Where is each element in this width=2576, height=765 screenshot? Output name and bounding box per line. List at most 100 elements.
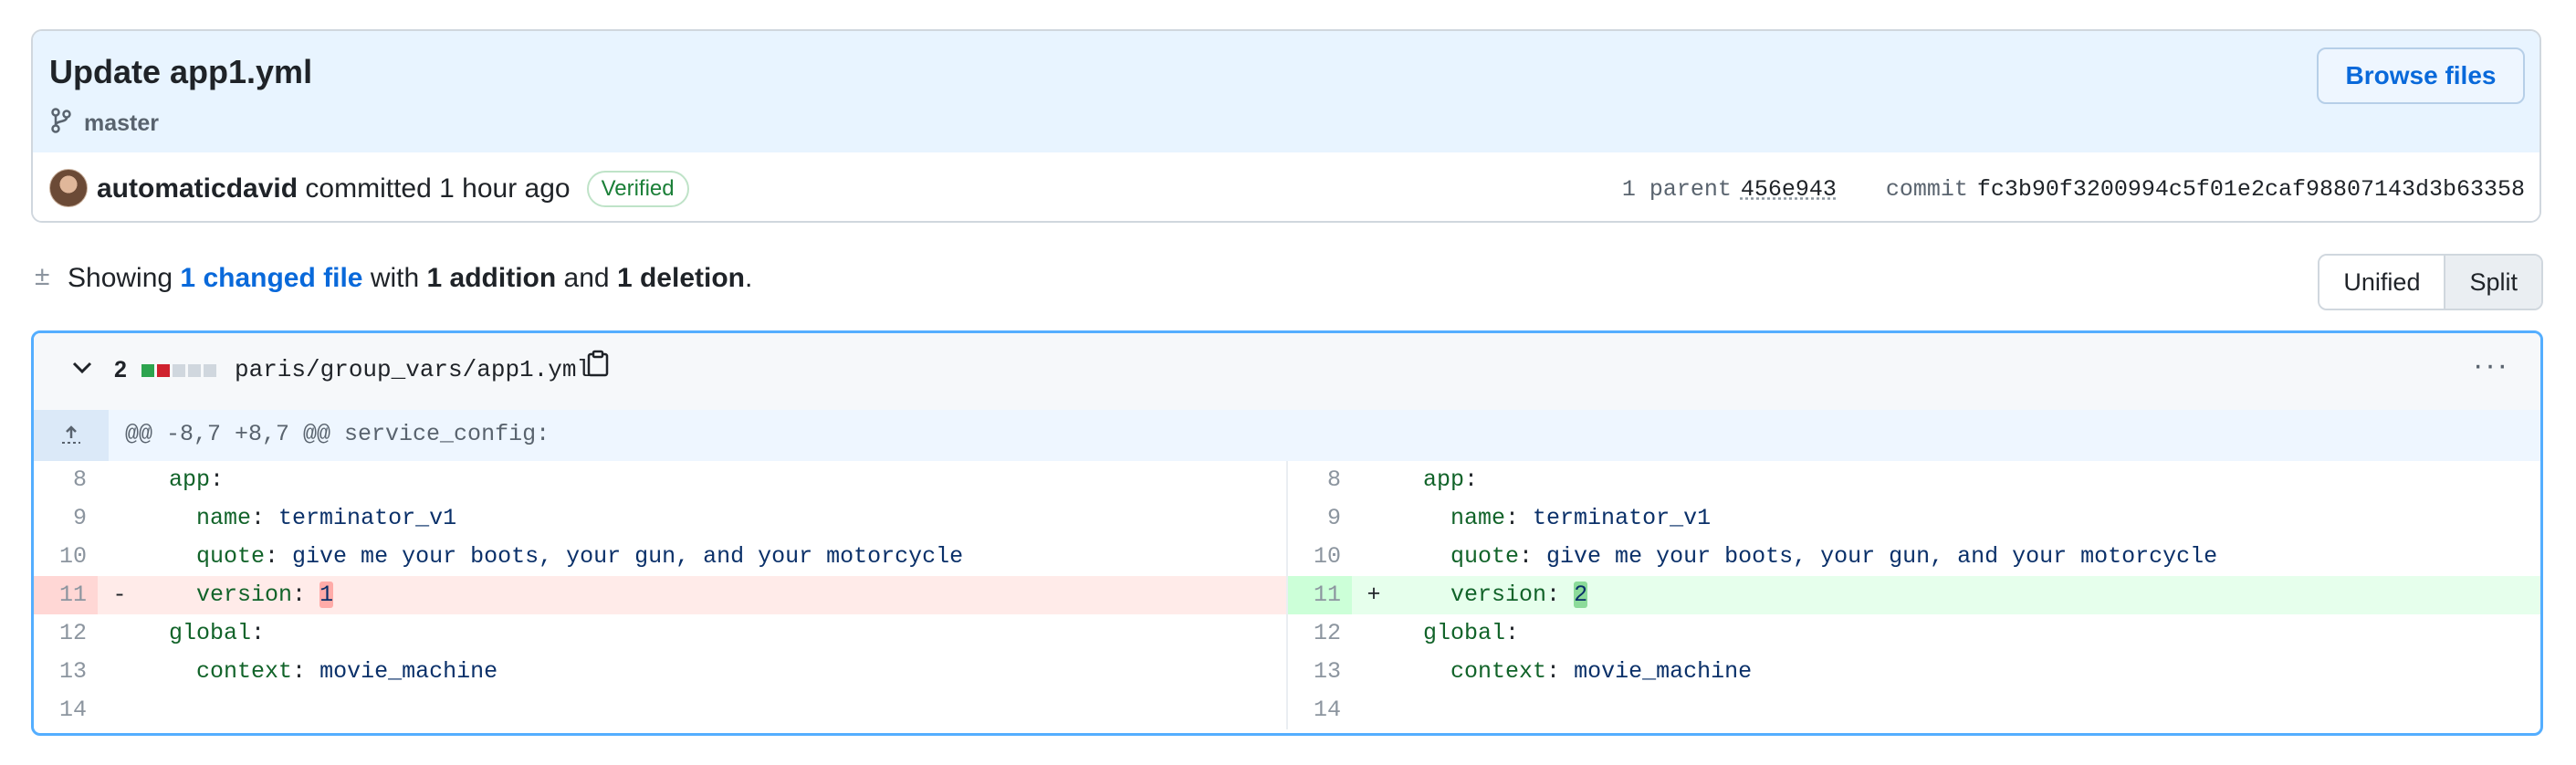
diff-sign: - [112,582,127,608]
commit-action: committed [305,173,432,204]
diff-sign [98,614,141,653]
yaml-key: quote [196,543,266,570]
diffstat-block [141,364,154,377]
commit-title: Update app1.yml [49,53,313,90]
commit-label: commit [1885,176,1968,203]
branch-label[interactable]: master [51,108,159,140]
commit-meta-bar: automaticdavid committed 1 hour ago Veri… [33,152,2539,221]
code-line: app: [1423,466,1479,493]
additions-count: 1 addition [426,263,557,293]
commit-title-bar: Update app1.yml master Browse files [33,31,2539,154]
diff-sign [1352,461,1396,499]
yaml-key: name [196,505,252,531]
more-options-icon[interactable]: ··· [2473,348,2509,383]
code-line: global: [169,620,266,646]
right-line: 8 app: [1288,461,2540,499]
yaml-value: terminator_v1 [265,505,457,531]
diff-sign [98,653,141,691]
browse-files-button[interactable]: Browse files [2317,47,2525,104]
right-line: 12 global: [1288,614,2540,653]
left-line: 11- version: 1 [34,576,1288,614]
diff-row: 10 quote: give me your boots, your gun, … [34,538,2540,576]
yaml-value: movie_machine [306,658,498,685]
branch-name: master [84,110,159,136]
chevron-down-icon[interactable] [70,353,94,388]
yaml-value: give me your boots, your gun, and your m… [278,543,964,570]
diffstat-block [173,364,185,377]
diff-row: 13 context: movie_machine 13 context: mov… [34,653,2540,691]
code-line: global: [1423,620,1520,646]
changed-files-link[interactable]: 1 changed file [180,263,362,293]
yaml-value: give me your boots, your gun, and your m… [1533,543,2218,570]
diffstat-block [188,364,201,377]
line-number: 11 [34,576,98,614]
yaml-key: version [196,582,293,608]
yaml-value: movie_machine [1560,658,1753,685]
summary-with: with [370,263,420,293]
unified-view-button[interactable]: Unified [2319,256,2445,309]
commit-author-line: automaticdavid committed 1 hour ago Veri… [97,171,689,207]
left-line: 13 context: movie_machine [34,653,1288,691]
diff-row: 12 global: 12 global: [34,614,2540,653]
code-line: quote: give me your boots, your gun, and… [196,543,964,570]
code-line: name: terminator_v1 [1450,505,1712,531]
diff-row: 11- version: 1 11 + version: 2 [34,576,2540,614]
change-count: 2 [114,357,127,382]
changed-value: 2 [1574,582,1588,608]
code-line: context: movie_machine [1450,658,1753,685]
line-number: 12 [1313,620,1341,646]
line-number: 13 [58,658,87,685]
code-line: name: terminator_v1 [196,505,457,531]
author-link[interactable]: automaticdavid [97,173,298,204]
expand-up-icon[interactable] [34,410,109,461]
line-number: 11 [1288,576,1352,614]
commit-hash: fc3b90f3200994c5f01e2caf98807143d3b63358 [1976,176,2525,203]
diff-sign [98,499,141,538]
right-line: 11 + version: 2 [1288,576,2540,614]
changed-value: 1 [319,582,334,608]
left-line: 12 global: [34,614,1288,653]
code-line: version: 1 [196,582,334,608]
line-number: 9 [72,505,87,531]
file-path[interactable]: paris/group_vars/app1.yml [235,356,591,383]
hunk-header: @@ -8,7 +8,7 @@ service_config: [125,421,550,447]
commit-time: 1 hour ago [439,173,571,204]
diff-sign [1352,614,1396,653]
line-number: 8 [72,466,87,493]
left-line: 8 app: [34,461,1288,499]
avatar[interactable] [49,169,88,207]
diffstat-block [204,364,216,377]
line-number: 13 [1313,658,1341,685]
parent-hash-link[interactable]: 456e943 [1741,176,1837,203]
commit-header: Update app1.yml master Browse files auto… [31,29,2541,223]
diffstat-block [157,364,170,377]
left-line: 10 quote: give me your boots, your gun, … [34,538,1288,576]
yaml-key: app [169,466,211,493]
split-view-button[interactable]: Split [2444,256,2541,309]
right-line: 14 [1288,691,2540,729]
diff-summary: Showing 1 changed file with 1 addition a… [68,263,752,294]
diff-sign [98,461,141,499]
left-line: 9 name: terminator_v1 [34,499,1288,538]
line-number: 14 [58,697,87,723]
diff-sign [1352,691,1396,729]
copy-icon[interactable] [587,350,609,377]
summary-suffix: . [744,263,753,293]
summary-and: and [563,263,610,293]
diff-view-toggle: Unified Split [2318,254,2543,310]
left-line: 14 [34,691,1288,729]
git-branch-icon [51,108,71,140]
verified-badge[interactable]: Verified [586,171,689,207]
parent-label: 1 parent [1621,176,1732,203]
yaml-key: quote [1450,543,1520,570]
diff-sign [1352,538,1396,576]
diff-sign [1352,653,1396,691]
diff-rows: 8 app: 8 app: 9 name: terminator_v1 9 name:… [34,461,2540,729]
diff-sign [98,538,141,576]
diff-row: 14 14 [34,691,2540,729]
line-number: 10 [58,543,87,570]
yaml-key: context [1450,658,1547,685]
line-number: 10 [1313,543,1341,570]
